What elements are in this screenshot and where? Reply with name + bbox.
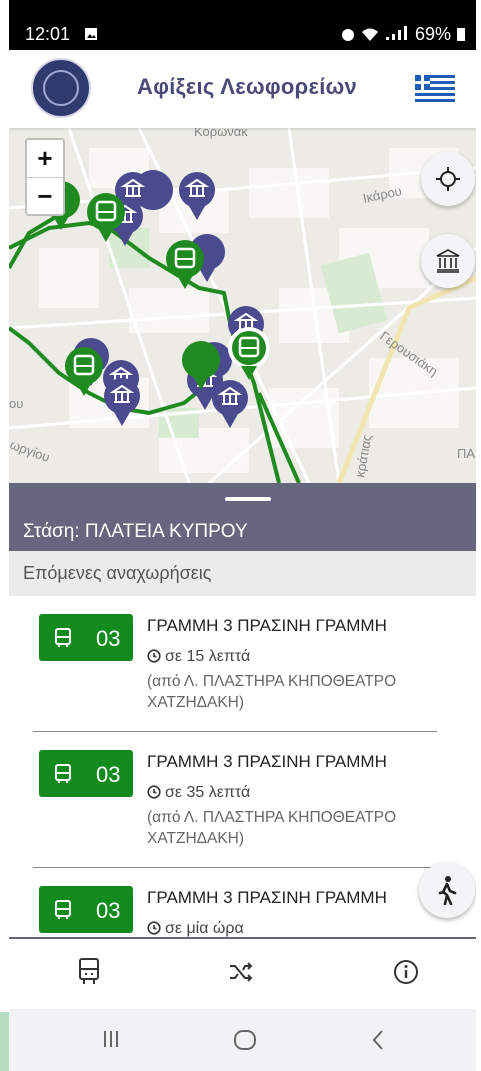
map-label-porg: ωργίου	[9, 437, 52, 465]
eta-text: σε 35 λεπτά	[165, 784, 251, 801]
line-badge: 03	[39, 614, 133, 661]
map-label-korwnaki: Κορωνάκ	[194, 128, 248, 139]
zoom-in-button[interactable]: +	[27, 140, 63, 178]
clock-icon	[147, 921, 161, 935]
app-header: Αφίξεις Λεωφορείων	[9, 50, 476, 128]
bottom-nav	[9, 939, 476, 1009]
bus-icon	[55, 900, 71, 919]
bus-stop-marker[interactable]	[166, 240, 204, 289]
battery-level: 69%	[414, 24, 451, 44]
wifi-icon	[361, 28, 378, 41]
status-icons: 69%	[340, 24, 466, 45]
eta-row: σε μία ώρα	[147, 920, 244, 938]
map-label-ou: ου	[9, 396, 23, 411]
bus-icon	[79, 958, 99, 984]
museums-toggle-button[interactable]	[421, 234, 475, 288]
home-icon	[234, 1030, 256, 1050]
walking-icon	[438, 876, 457, 905]
crosshair-icon	[436, 167, 460, 191]
origin-text: (από Λ. ΠΛΑΣΤΗΡΑ ΚΗΠΟΘΕΑΤΡΟ ΧΑΤΖΗΔΑΚΗ)	[147, 809, 397, 847]
clock-icon	[147, 649, 161, 663]
list-item[interactable]: 03 ΓΡΑΜΜΗ 3 ΠΡΑΣΙΝΗ ΓΡΑΜΜΗ σε μία ώρα	[9, 868, 476, 938]
app-frame: 12:01 69% Αφίξεις Λεωφορείων Κορωνάκ Ικά…	[9, 0, 476, 1071]
logo	[31, 58, 91, 118]
drag-handle[interactable]	[225, 497, 271, 501]
eta-row: σε 15 λεπτά	[147, 648, 250, 666]
home-button[interactable]	[233, 1029, 257, 1056]
line-number: 03	[96, 626, 121, 651]
tab-buses[interactable]	[77, 957, 101, 990]
eta-row: σε 35 λεπτά	[147, 784, 250, 802]
line-number: 03	[96, 762, 121, 787]
alarm-icon	[341, 29, 354, 41]
tab-info[interactable]	[393, 959, 419, 990]
gallery-notification-icon	[85, 28, 97, 40]
info-icon	[394, 960, 418, 984]
list-item[interactable]: 03 ΓΡΑΜΜΗ 3 ΠΡΑΣΙΝΗ ΓΡΑΜΜΗ σε 35 λεπτά (…	[9, 732, 476, 867]
line-name: ΓΡΑΜΜΗ 3 ΠΡΑΣΙΝΗ ΓΡΑΜΜΗ	[147, 888, 387, 907]
system-nav-bar	[9, 1009, 476, 1071]
line-name: ΓΡΑΜΜΗ 3 ΠΡΑΣΙΝΗ ΓΡΑΜΜΗ	[147, 616, 387, 635]
bus-stop-marker-selected[interactable]	[228, 327, 270, 380]
departures-subtitle: Επόμενες αναχωρήσεις	[23, 563, 212, 583]
line-number: 03	[96, 898, 121, 923]
tab-routes[interactable]	[228, 961, 256, 988]
clock-icon	[147, 785, 161, 799]
bus-icon	[55, 764, 71, 783]
signal-icon	[385, 26, 407, 40]
eta-text: σε μία ώρα	[165, 920, 244, 937]
zoom-out-button[interactable]: −	[27, 178, 63, 215]
bus-icon	[55, 628, 71, 647]
battery-icon	[457, 28, 465, 41]
museum-marker[interactable]	[212, 380, 248, 428]
shuffle-icon	[230, 962, 253, 982]
departures-subheader: Επόμενες αναχωρήσεις	[9, 551, 476, 596]
back-icon	[372, 1030, 383, 1050]
map-view[interactable]: Κορωνάκ Ικάρου Γερουσιάκη κράτιας ΠΑ ου …	[9, 128, 476, 483]
status-bar: 12:01 69%	[9, 0, 476, 50]
recent-apps-icon	[104, 1031, 118, 1047]
origin-text: (από Λ. ΠΛΑΣΤΗΡΑ ΚΗΠΟΘΕΑΤΡΟ ΧΑΤΖΗΔΑΚΗ)	[147, 673, 397, 711]
stop-sheet-header[interactable]: Στάση: ΠΛΑΤΕΙΑ ΚΥΠΡΟΥ	[9, 483, 476, 551]
stop-name: Στάση: ΠΛΑΤΕΙΑ ΚΥΠΡΟΥ	[23, 521, 248, 542]
zoom-control: + −	[25, 138, 65, 216]
locate-button[interactable]	[421, 152, 475, 206]
page-title: Αφίξεις Λεωφορείων	[137, 74, 358, 99]
clock: 12:01	[25, 24, 71, 44]
map-canvas: Κορωνάκ Ικάρου Γερουσιάκη κράτιας ΠΑ ου …	[9, 128, 476, 483]
line-badge: 03	[39, 886, 133, 933]
map-label-pa: ΠΑ	[457, 446, 475, 461]
walking-directions-button[interactable]	[419, 862, 475, 918]
line-name: ΓΡΑΜΜΗ 3 ΠΡΑΣΙΝΗ ΓΡΑΜΜΗ	[147, 752, 387, 771]
list-item[interactable]: 03 ΓΡΑΜΜΗ 3 ΠΡΑΣΙΝΗ ΓΡΑΜΜΗ σε 15 λεπτά (…	[9, 596, 476, 731]
line-badge: 03	[39, 750, 133, 797]
museum-icon	[436, 249, 460, 273]
recent-apps-button[interactable]	[101, 1029, 121, 1054]
back-button[interactable]	[371, 1029, 385, 1056]
map-label-ikarou: Ικάρου	[362, 183, 403, 206]
departures-list[interactable]: 03 ΓΡΑΜΜΗ 3 ΠΡΑΣΙΝΗ ΓΡΑΜΜΗ σε 15 λεπτά (…	[9, 596, 476, 938]
greek-flag-icon[interactable]	[415, 75, 455, 102]
edge-artifact	[0, 1012, 9, 1071]
eta-text: σε 15 λεπτά	[165, 648, 251, 665]
